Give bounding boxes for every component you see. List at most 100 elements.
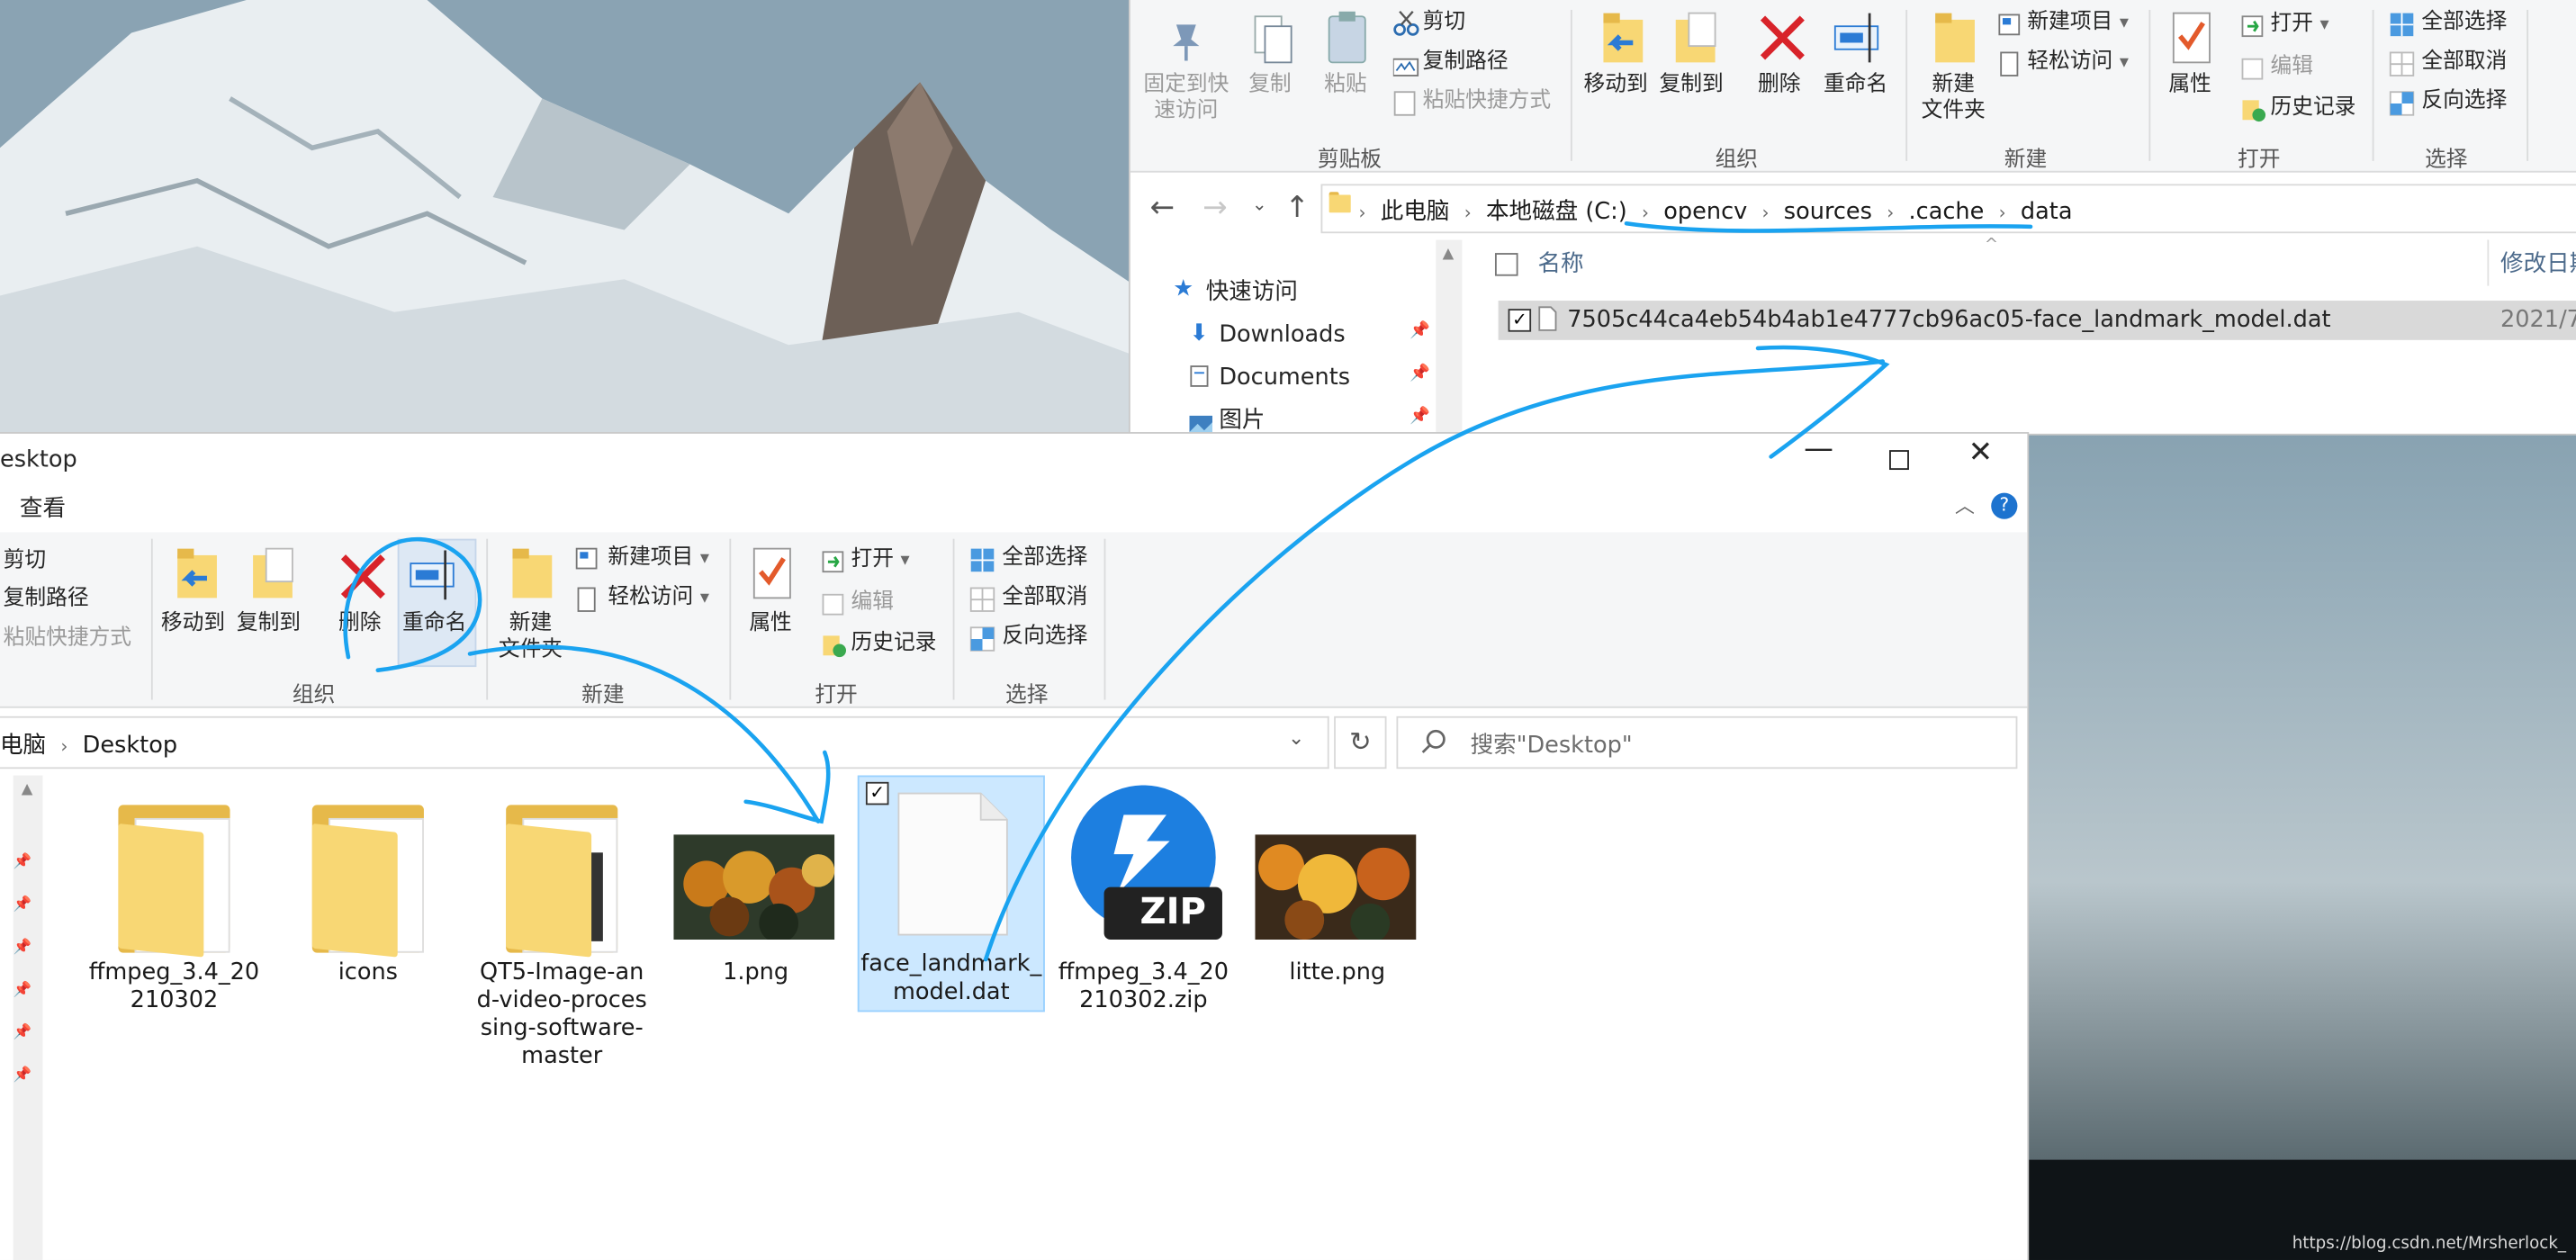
help-icon[interactable]: ? (1991, 492, 2018, 519)
nav-scrollbar[interactable]: ▲ 📌 📌 📌 📌 📌 📌 (13, 775, 43, 1260)
copy-path-button[interactable]: 复制路径 (1423, 50, 1509, 76)
new-folder-button[interactable]: 新建 文件夹 (1919, 72, 1988, 124)
rename-button[interactable]: 重命名 (397, 538, 477, 668)
invert-selection-button[interactable]: 反向选择 (2421, 89, 2507, 115)
list-item-selected[interactable]: ✓ face_landmark_model.dat (857, 775, 1045, 1012)
nav-scrollbar[interactable]: ▲ (1436, 239, 1463, 434)
breadcrumb-item[interactable]: sources (1784, 199, 1872, 225)
nav-up-button[interactable]: ↑ (1284, 191, 1310, 225)
copy-to-icon (1672, 10, 1722, 72)
new-folder-button[interactable]: 新建 文件夹 (493, 611, 569, 663)
new-item-button[interactable]: 新建项目 ▾ (608, 545, 709, 572)
list-item[interactable]: ffmpeg_3.4_20210302 (86, 785, 263, 1048)
move-to-button[interactable]: 移动到 (1584, 72, 1648, 98)
select-all-button[interactable]: 全部选择 (1002, 545, 1087, 572)
nav-back-button[interactable]: ← (1150, 191, 1175, 225)
recent-locations-icon[interactable]: ⌄ (1252, 194, 1267, 215)
select-none-button[interactable]: 全部取消 (2421, 50, 2507, 76)
nav-item-documents[interactable]: Documents (1219, 364, 1350, 391)
select-all-icon (2389, 12, 2415, 45)
image-thumbnail (1255, 834, 1417, 940)
breadcrumb-item[interactable]: data (2021, 199, 2073, 225)
paste-shortcut-button[interactable]: 粘贴快捷方式 (4, 626, 131, 652)
breadcrumb-item[interactable]: 本地磁盘 (C:) (1486, 199, 1627, 225)
column-header-name[interactable]: 名称 (1537, 251, 1583, 277)
easy-access-button[interactable]: 轻松访问 ▾ (2027, 50, 2129, 76)
address-bar[interactable]: › 此电脑 › 本地磁盘 (C:) › opencv › sources › .… (1320, 184, 2576, 234)
easy-access-icon (1998, 51, 2022, 85)
new-item-button[interactable]: 新建项目 ▾ (2027, 10, 2129, 36)
delete-icon (338, 552, 388, 608)
search-box[interactable]: 搜索"Desktop" (1396, 716, 2018, 770)
copy-to-button[interactable]: 复制到 (237, 611, 301, 637)
paste-button[interactable]: 粘贴 (1324, 72, 1366, 98)
paste-icon (1324, 10, 1370, 72)
properties-button[interactable]: 属性 (2168, 72, 2211, 98)
select-all-button[interactable]: 全部选择 (2421, 10, 2507, 36)
open-button[interactable]: 打开 ▾ (851, 547, 909, 573)
move-to-icon (171, 545, 221, 608)
new-group-label: 新建 (2004, 148, 2048, 173)
header-checkbox[interactable] (1494, 253, 1518, 276)
collapse-ribbon-icon[interactable]: ︿ (1955, 493, 1975, 519)
delete-icon (1758, 14, 1807, 69)
nav-item-pictures[interactable]: 图片 (1219, 408, 1265, 434)
history-button[interactable]: 历史记录 (2271, 95, 2356, 122)
nav-quick-access[interactable]: 快速访问 (1206, 279, 1298, 305)
address-dropdown-icon[interactable]: ⌄ (1288, 726, 1304, 750)
nav-forward-button[interactable]: → (1202, 191, 1228, 225)
breadcrumb-item[interactable]: .cache (1909, 199, 1985, 225)
paste-shortcut-icon (1393, 90, 1417, 123)
cut-button[interactable]: 剪切 (1423, 10, 1465, 36)
rename-icon (409, 547, 461, 609)
invert-selection-button[interactable]: 反向选择 (1002, 625, 1087, 651)
column-header-modified[interactable]: 修改日期 (2500, 251, 2576, 277)
row-checkbox[interactable]: ✓ (1508, 309, 1532, 332)
move-to-button[interactable]: 移动到 (161, 611, 225, 637)
tab-view[interactable]: 查看 (20, 496, 66, 522)
breadcrumb-item[interactable]: opencv (1663, 199, 1747, 225)
breadcrumb-item[interactable]: 电脑 (0, 733, 46, 759)
list-item[interactable]: litte.png (1248, 785, 1426, 998)
list-item[interactable]: icons (279, 785, 456, 1048)
address-bar[interactable]: 电脑 › Desktop ⌄ (0, 716, 1329, 770)
file-name: QT5-Image-and-video-processing-software-… (476, 958, 647, 1070)
refresh-button[interactable]: ↻ (1334, 716, 1387, 770)
item-checkbox[interactable]: ✓ (865, 781, 889, 806)
paste-shortcut-button[interactable]: 粘贴快捷方式 (1423, 89, 1551, 115)
close-button[interactable]: ✕ (1968, 437, 1994, 467)
pin-quick-access-button[interactable]: 固定到快 速访问 (1143, 72, 1229, 124)
delete-button[interactable]: 删除 (1758, 72, 1800, 98)
edit-button[interactable]: 编辑 (2271, 54, 2313, 80)
list-item[interactable]: 1.png (667, 785, 844, 998)
copy-button[interactable]: 复制 (1248, 72, 1291, 98)
open-button[interactable]: 打开 ▾ (2271, 12, 2329, 38)
select-none-button[interactable]: 全部取消 (1002, 585, 1087, 611)
history-button[interactable]: 历史记录 (851, 631, 936, 657)
search-placeholder: 搜索"Desktop" (1470, 733, 1633, 760)
maximize-button[interactable] (1889, 450, 1909, 471)
easy-access-button[interactable]: 轻松访问 ▾ (608, 585, 709, 611)
edit-button[interactable]: 编辑 (851, 590, 893, 616)
list-item[interactable]: QT5-Image-and-video-processing-software-… (473, 785, 651, 1069)
properties-button[interactable]: 属性 (749, 611, 791, 637)
copy-to-button[interactable]: 复制到 (1660, 72, 1724, 98)
column-divider[interactable] (2487, 239, 2490, 286)
rename-label: 重命名 (402, 610, 467, 636)
nav-item-downloads[interactable]: Downloads (1219, 322, 1345, 348)
delete-button[interactable]: 删除 (338, 611, 381, 637)
breadcrumb-item[interactable]: Desktop (83, 733, 177, 759)
history-icon (2241, 97, 2267, 130)
list-item[interactable]: ZIP ffmpeg_3.4_20210302.zip (1055, 785, 1232, 1015)
copy-path-button[interactable]: 复制路径 (4, 587, 89, 613)
new-folder-icon (1932, 10, 1978, 72)
file-name: icons (338, 958, 398, 986)
navigation-pane: ★ 快速访问 ⬇ Downloads 📌 Documents 📌 图片 📌 (1130, 239, 1459, 434)
breadcrumb-item[interactable]: 此电脑 (1381, 199, 1450, 225)
cut-button[interactable]: 剪切 (4, 549, 46, 575)
rename-button[interactable]: 重命名 (1824, 72, 1887, 98)
invert-selection-icon (2389, 90, 2415, 123)
file-name: litte.png (1289, 958, 1386, 986)
table-row[interactable]: ✓ 7505c44ca4eb54b4ab1e4777cb96ac05-face_… (1498, 301, 2576, 340)
minimize-button[interactable]: — (1804, 435, 1833, 464)
